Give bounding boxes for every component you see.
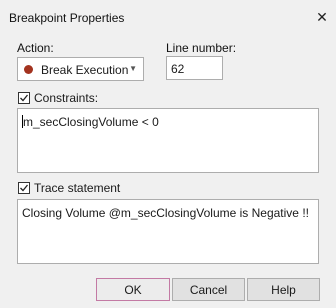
cancel-button[interactable]: Cancel xyxy=(172,278,245,301)
constraints-checkbox-row[interactable]: Constraints: xyxy=(18,91,98,105)
close-button[interactable]: ✕ xyxy=(308,4,336,30)
action-label: Action: xyxy=(17,41,54,55)
trace-checkbox[interactable] xyxy=(18,182,30,194)
trace-checkbox-row[interactable]: Trace statement xyxy=(18,181,120,195)
breakpoint-dot-icon xyxy=(24,65,33,74)
close-icon: ✕ xyxy=(316,8,328,25)
line-number-input[interactable]: 62 xyxy=(166,56,223,80)
help-button[interactable]: Help xyxy=(247,278,320,301)
trace-label: Trace statement xyxy=(34,181,121,195)
constraints-textarea[interactable]: m_secClosingVolume < 0 xyxy=(17,108,319,173)
constraints-checkbox[interactable] xyxy=(18,92,30,104)
constraints-label: Constraints: xyxy=(34,91,99,105)
trace-text: Closing Volume @m_secClosingVolume is Ne… xyxy=(22,206,309,220)
ok-button[interactable]: OK xyxy=(96,278,170,301)
line-number-label: Line number: xyxy=(166,41,237,55)
checkmark-icon xyxy=(20,184,29,192)
checkmark-icon xyxy=(20,94,29,102)
breakpoint-properties-dialog: Breakpoint Properties ✕ Action: Break Ex… xyxy=(0,0,336,308)
chevron-down-icon: ▼ xyxy=(129,64,137,73)
trace-textarea[interactable]: Closing Volume @m_secClosingVolume is Ne… xyxy=(17,199,319,264)
constraints-text: m_secClosingVolume < 0 xyxy=(23,115,159,129)
action-selected-value: Break Execution xyxy=(41,63,129,77)
dialog-title: Breakpoint Properties xyxy=(9,11,125,25)
title-bar: Breakpoint Properties ✕ xyxy=(0,0,336,34)
action-select[interactable]: Break Execution ▼ xyxy=(17,57,144,81)
